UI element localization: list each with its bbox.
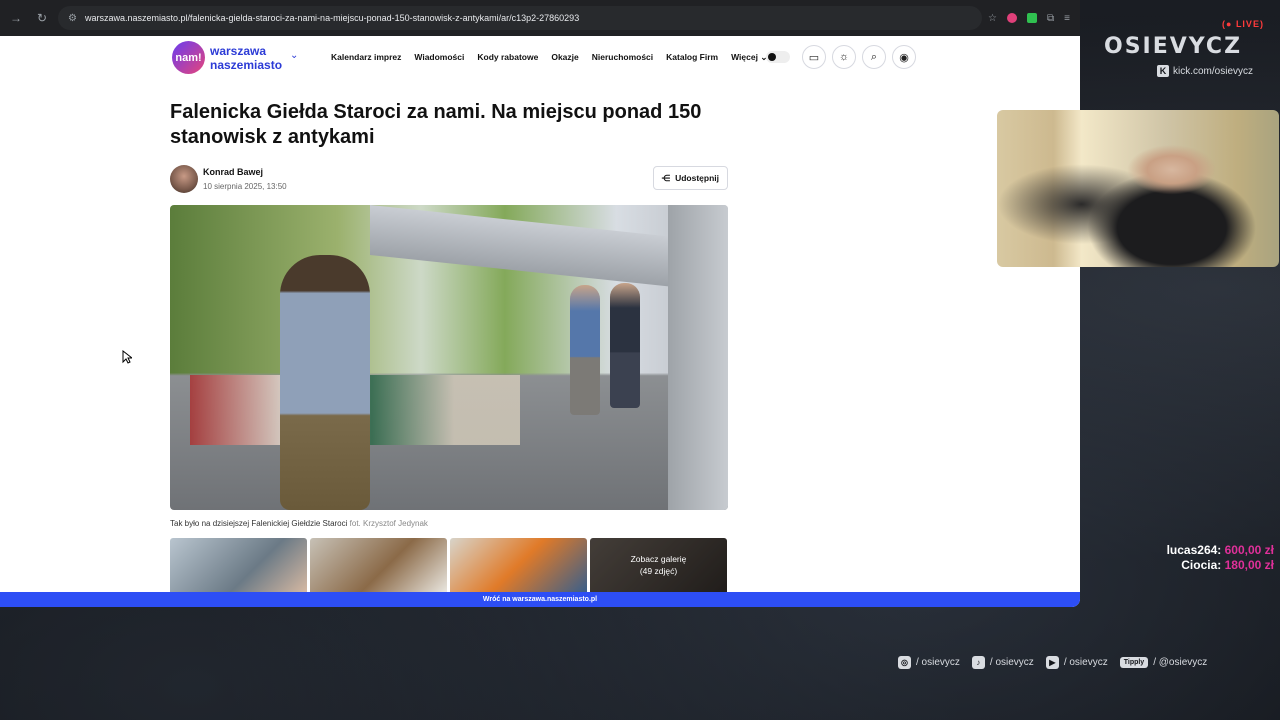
mouse-cursor-icon — [122, 350, 132, 364]
gallery-thumbnail[interactable] — [450, 538, 587, 592]
social-label: / osievycz — [989, 657, 1034, 668]
logo-line-2: naszemiasto — [210, 57, 283, 72]
author-avatar[interactable] — [170, 165, 198, 193]
kick-url: kick.com/osievycz — [1173, 65, 1254, 77]
nav-item-wiadomosci[interactable]: Wiadomości — [414, 52, 464, 63]
extension-icon-2[interactable] — [1027, 13, 1038, 23]
city-chevron-down-icon[interactable]: ⌄ — [290, 50, 298, 61]
image-caption: Tak było na dzisiejszej Falenickiej Gieł… — [170, 519, 728, 528]
back-to-site-bar[interactable]: Wróć na warszawa.naszemiasto.pl — [0, 592, 1080, 607]
logo-badge: nam! — [172, 41, 205, 74]
gallery-thumbnail[interactable] — [170, 538, 307, 592]
social-tiktok: ♪ / osievycz — [971, 656, 1034, 669]
extensions-area: ☆ ⧉ ≡ — [988, 13, 1074, 24]
donation-list: lucas264: 600,00 zł Ciocia: 180,00 zł — [1167, 543, 1274, 573]
gallery-see-all[interactable]: Zobacz galerię (49 zdjęć) — [590, 538, 727, 592]
donation-item: Ciocia: 180,00 zł — [1167, 558, 1274, 573]
main-nav: Kalendarz imprez Wiadomości Kody rabatow… — [331, 52, 767, 63]
tipply-icon: Tipply — [1119, 657, 1149, 668]
gallery-count: (49 zdjęć) — [639, 566, 678, 576]
publish-date: 10 sierpnia 2025, 13:50 — [203, 182, 287, 191]
gallery-label: Zobacz galerię (49 zdjęć) — [590, 538, 727, 592]
nav-item-kalendarz[interactable]: Kalendarz imprez — [331, 52, 401, 63]
donor-name: lucas264: — [1166, 543, 1222, 557]
nav-item-kody[interactable]: Kody rabatowe — [477, 52, 538, 63]
share-label: Udostępnij — [675, 173, 719, 183]
instagram-icon: ◎ — [898, 656, 911, 669]
article-title: Falenicka Giełda Staroci za nami. Na mie… — [170, 101, 702, 148]
photo-credit: fot. Krzysztof Jedynak — [349, 519, 428, 528]
extension-icon-1[interactable] — [1007, 13, 1018, 23]
gallery-label-line-1: Zobacz galerię — [630, 554, 687, 564]
forward-icon[interactable]: → — [6, 8, 26, 28]
social-label: / osievycz — [916, 657, 960, 668]
share-icon: ⋲ — [661, 172, 671, 183]
donation-amount: 180,00 zł — [1224, 558, 1274, 572]
kick-icon: K — [1157, 65, 1169, 77]
search-icon[interactable]: ⌕ — [862, 45, 886, 69]
social-tipply: Tipply / @osievycz — [1119, 657, 1208, 668]
logo-text: warszawa naszemiasto — [210, 44, 282, 72]
site-logo[interactable]: nam! warszawa naszemiasto — [172, 41, 282, 74]
reading-list-icon[interactable]: ≡ — [1064, 13, 1070, 24]
bookmark-star-icon[interactable]: ☆ — [988, 13, 997, 24]
social-label: / osievycz — [1063, 657, 1108, 668]
user-account-icon[interactable]: ◉ — [892, 45, 916, 69]
social-instagram: ◎ / osievycz — [898, 656, 960, 669]
author-name[interactable]: Konrad Bawej — [203, 167, 287, 177]
webcam-feed — [997, 110, 1279, 267]
address-bar[interactable]: ⚙ warszawa.naszemiasto.pl/falenicka-giel… — [58, 6, 983, 30]
caption-text: Tak było na dzisiejszej Falenickiej Gieł… — [170, 519, 348, 528]
reload-icon[interactable]: ↻ — [32, 8, 52, 28]
weather-icon[interactable]: ☼ — [832, 45, 856, 69]
site-header: nam! warszawa naszemiasto ⌄ Kalendarz im… — [0, 36, 1080, 82]
nav-item-katalog[interactable]: Katalog Firm — [666, 52, 718, 63]
browser-toolbar: → ↻ ⚙ warszawa.naszemiasto.pl/falenicka-… — [0, 0, 1080, 36]
author-info: Konrad Bawej 10 sierpnia 2025, 13:50 — [203, 167, 287, 191]
tv-icon[interactable]: ▭ — [802, 45, 826, 69]
dark-mode-toggle[interactable] — [766, 51, 790, 63]
tiktok-icon: ♪ — [971, 656, 985, 669]
nav-item-okazje[interactable]: Okazje — [551, 52, 578, 63]
logo-line-1: warszawa — [210, 43, 267, 58]
hero-image[interactable] — [170, 205, 728, 510]
nav-item-nieruchomosci[interactable]: Nieruchomości — [592, 52, 653, 63]
live-badge: (● LIVE) — [1222, 19, 1264, 29]
channel-name: OSIEVYCZ — [1104, 34, 1243, 59]
header-tools: ▭ ☼ ⌕ ◉ — [766, 45, 916, 69]
social-links: ◎ / osievycz ♪ / osievycz ▶ / osievycz T… — [898, 656, 1207, 669]
byline: Konrad Bawej 10 sierpnia 2025, 13:50 ⋲ U… — [170, 164, 728, 194]
nav-item-wiecej[interactable]: Więcej ⌄ — [731, 52, 767, 63]
social-label: / @osievycz — [1153, 657, 1208, 668]
share-button[interactable]: ⋲ Udostępnij — [652, 166, 728, 190]
site-info-icon[interactable]: ⚙ — [68, 13, 77, 24]
browser-window: → ↻ ⚙ warszawa.naszemiasto.pl/falenicka-… — [0, 0, 1080, 607]
kick-link: K kick.com/osievycz — [1157, 65, 1253, 77]
gallery-thumbnails: Zobacz galerię (49 zdjęć) — [170, 538, 728, 592]
youtube-icon: ▶ — [1045, 656, 1059, 669]
article: Falenicka Giełda Staroci za nami. Na mie… — [170, 100, 728, 592]
url-text[interactable]: warszawa.naszemiasto.pl/falenicka-gielda… — [85, 13, 579, 23]
donation-item: lucas264: 600,00 zł — [1167, 543, 1274, 558]
donation-amount: 600,00 zł — [1224, 543, 1274, 557]
extensions-puzzle-icon[interactable]: ⧉ — [1047, 13, 1054, 24]
social-youtube: ▶ / osievycz — [1045, 656, 1108, 669]
gallery-thumbnail[interactable] — [310, 538, 447, 592]
donor-name: Ciocia: — [1181, 558, 1222, 572]
back-to-site-label: Wróć na warszawa.naszemiasto.pl — [482, 596, 598, 603]
